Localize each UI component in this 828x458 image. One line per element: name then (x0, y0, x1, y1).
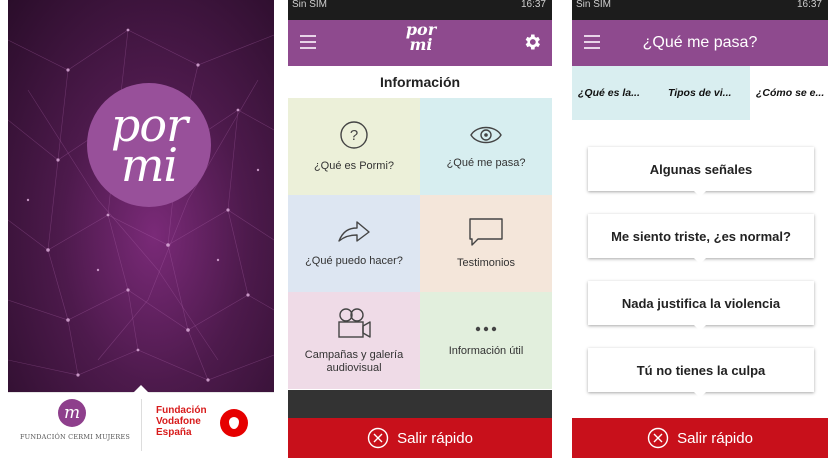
tile-label: Testimonios (456, 257, 516, 269)
footer-notch (133, 385, 149, 393)
close-circle-icon (647, 427, 669, 449)
card-algunas-senales[interactable]: Algunas señales (588, 147, 814, 197)
quick-exit-label: Salir rápido (397, 429, 473, 447)
question-circle-icon: ? (340, 121, 368, 149)
sponsors-footer: m FUNDACIÓN CERMI MUJERES Fundación Voda… (8, 385, 274, 458)
app-logo-line-2: mi (409, 35, 433, 54)
cermi-logo: m (58, 399, 86, 427)
card-no-tienes-la-culpa[interactable]: Tú no tienes la culpa (588, 348, 814, 398)
card-label: Me siento triste, ¿es normal? (611, 228, 791, 244)
card-label: Algunas señales (649, 161, 753, 177)
tile-testimonios[interactable]: Testimonios (420, 195, 552, 292)
card-label: Nada justifica la violencia (621, 295, 781, 311)
logo-line-2: mi (120, 138, 178, 192)
tile-label: Información útil (448, 345, 524, 357)
app-bar: ¿Qué me pasa? (572, 20, 828, 66)
tile-label: ¿Qué me pasa? (446, 157, 526, 169)
section-title: Información (288, 66, 552, 98)
vodafone-line-1: Fundación (156, 405, 207, 416)
tile-campanas-galeria[interactable]: Campañas y galería audiovisual (288, 292, 420, 389)
app-bar: por mi (288, 20, 552, 66)
hamburger-menu-icon[interactable] (300, 35, 316, 49)
eye-icon (470, 126, 502, 144)
tile-label: ¿Qué puedo hacer? (305, 255, 403, 267)
vodafone-foundation-name: Fundación Vodafone España (156, 405, 207, 438)
vodafone-line-3: España (156, 427, 192, 438)
app-logo: por mi (397, 22, 445, 54)
more-dots-icon (475, 326, 497, 332)
quick-exit-button[interactable]: Salir rápido (288, 418, 552, 458)
speech-bubble-icon (469, 218, 503, 246)
card-me-siento-triste[interactable]: Me siento triste, ¿es normal? (588, 214, 814, 264)
tile-que-puedo-hacer[interactable]: ¿Qué puedo hacer? (288, 195, 420, 292)
information-screen: Sin SIM 16:37 por mi Información ? ¿Qué … (288, 0, 552, 458)
quick-exit-label: Salir rápido (677, 429, 753, 447)
clock-label: 16:37 (796, 0, 822, 10)
card-nada-justifica[interactable]: Nada justifica la violencia (588, 281, 814, 331)
carrier-label: Sin SIM (292, 0, 328, 10)
bottom-band (288, 390, 552, 418)
cermi-name: FUNDACIÓN CERMI MUJERES (19, 433, 131, 441)
card-label: Tú no tienes la culpa (636, 362, 766, 378)
tile-que-me-pasa[interactable]: ¿Qué me pasa? (420, 98, 552, 195)
tab-label: ¿Cómo se e... (756, 87, 825, 99)
status-bar: Sin SIM 16:37 (572, 0, 828, 20)
tile-label: Campañas y galería audiovisual (304, 348, 404, 374)
arrow-right-icon (338, 221, 370, 242)
tab-tipos-de-vi[interactable]: Tipos de vi... (668, 66, 748, 120)
carrier-label: Sin SIM (576, 0, 612, 10)
svg-text:?: ? (350, 127, 358, 144)
close-circle-icon (367, 427, 389, 449)
tile-que-es-pormi[interactable]: ? ¿Qué es Pormi? (288, 98, 420, 195)
vodafone-logo (220, 409, 248, 437)
tab-bar: ¿Qué es la... Tipos de vi... ¿Cómo se e.… (572, 66, 828, 120)
tile-informacion-util[interactable]: Información útil (420, 292, 552, 389)
screen-title: ¿Qué me pasa? (642, 34, 758, 51)
tab-como-se-e[interactable]: ¿Cómo se e... (750, 66, 828, 120)
pormi-logo: por mi (87, 83, 211, 207)
gear-icon[interactable] (522, 32, 542, 52)
splash-screen: por mi m FUNDACIÓN CERMI MUJERES Fundaci… (8, 0, 274, 458)
hamburger-menu-icon[interactable] (584, 35, 600, 49)
tab-label: ¿Qué es la... (578, 87, 640, 99)
vodafone-line-2: Vodafone (156, 416, 201, 427)
status-bar: Sin SIM 16:37 (288, 0, 552, 20)
tab-que-es-la[interactable]: ¿Qué es la... (578, 66, 654, 120)
video-camera-icon (338, 307, 371, 338)
footer-divider (141, 399, 142, 451)
quick-exit-button[interactable]: Salir rápido (572, 418, 828, 458)
tab-label: Tipos de vi... (668, 87, 732, 99)
tile-label: ¿Qué es Pormi? (313, 160, 395, 172)
what-happens-screen: Sin SIM 16:37 ¿Qué me pasa? ¿Qué es la..… (572, 0, 828, 458)
clock-label: 16:37 (520, 0, 546, 10)
